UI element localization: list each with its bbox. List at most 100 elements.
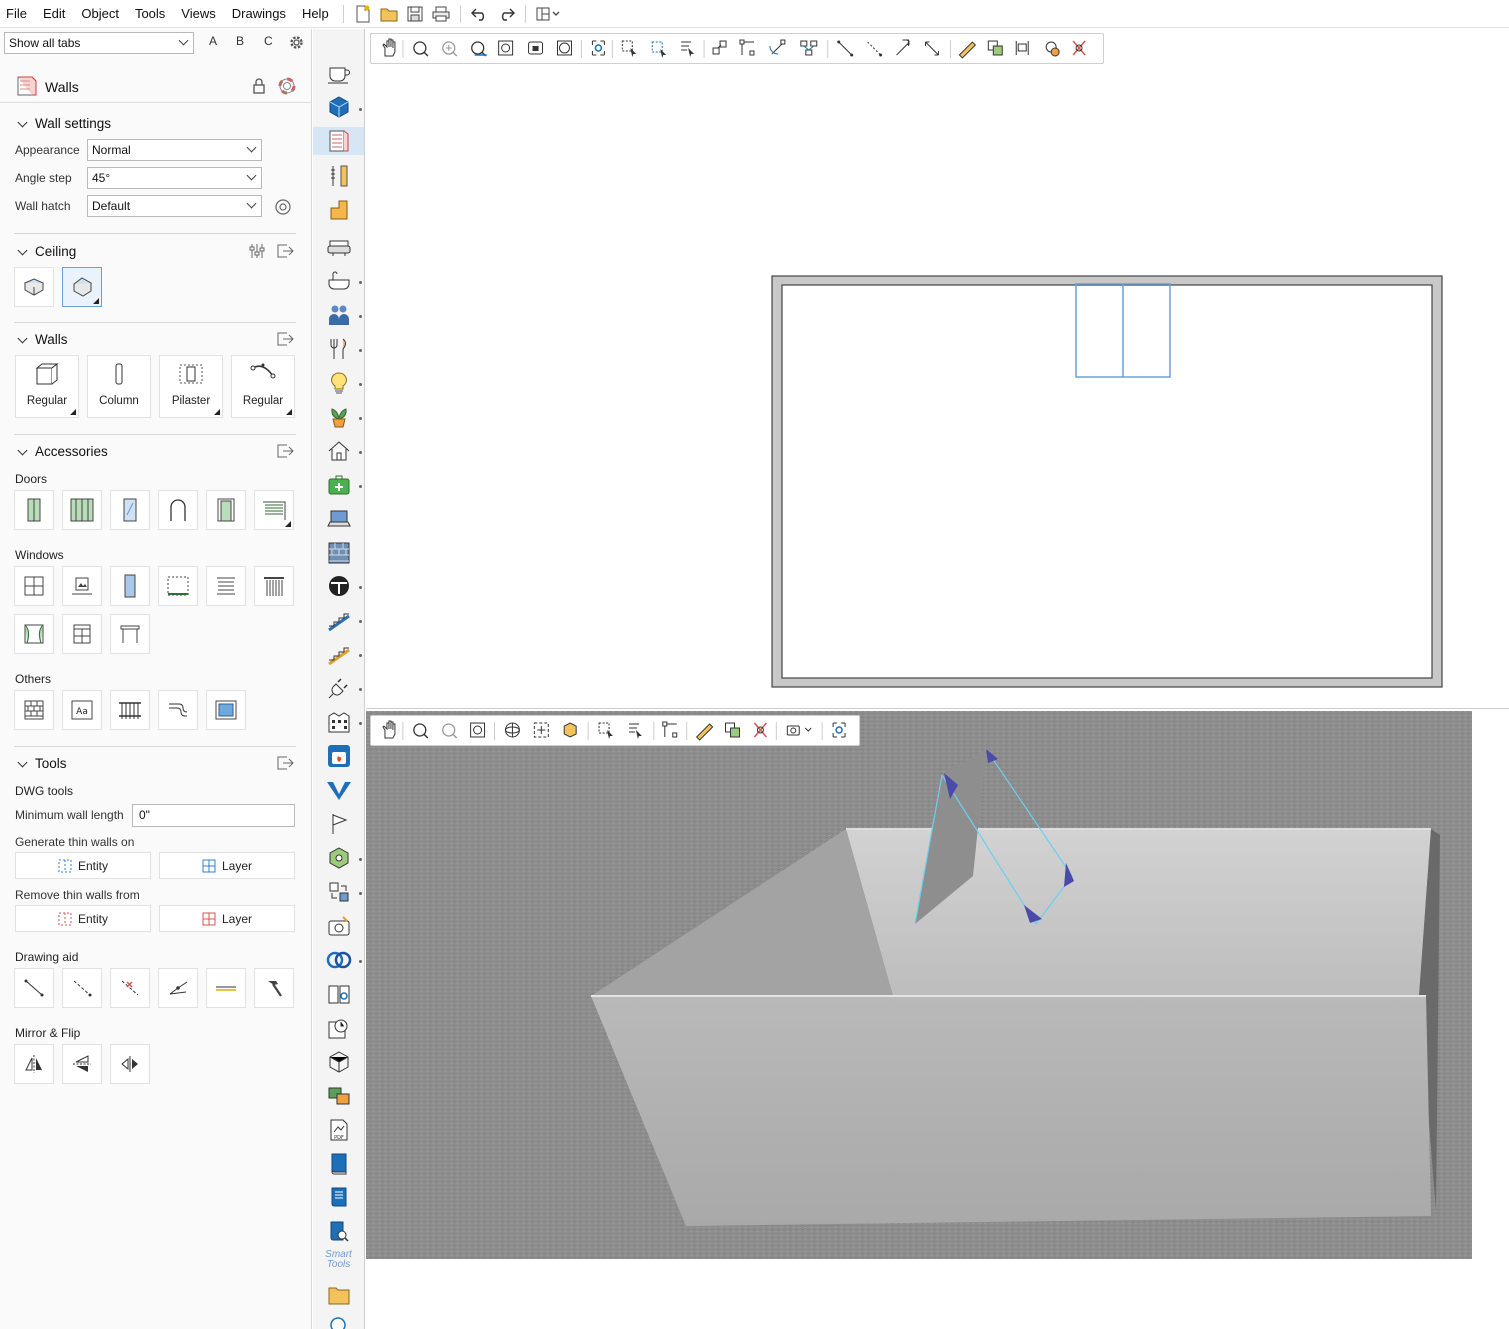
- aid-parallel-button[interactable]: [206, 968, 246, 1008]
- category-fireplace-button[interactable]: [325, 742, 353, 770]
- others-duct-button[interactable]: [158, 690, 198, 730]
- category-house-button[interactable]: [325, 437, 353, 465]
- smart-tools-label[interactable]: Smart Tools: [313, 1250, 364, 1270]
- export-icon[interactable]: [277, 332, 294, 349]
- accessories-section-header[interactable]: Accessories: [0, 442, 312, 464]
- others-text-button[interactable]: Aa: [62, 690, 102, 730]
- open-folder-icon[interactable]: [376, 2, 402, 26]
- category-electrical-button[interactable]: [325, 674, 353, 702]
- flip-vertical-button[interactable]: [62, 1044, 102, 1084]
- door-frame-button[interactable]: [206, 490, 246, 530]
- category-book-search-button[interactable]: [325, 1218, 353, 1246]
- menu-object[interactable]: Object: [73, 0, 127, 28]
- door-arch-button[interactable]: [158, 490, 198, 530]
- door-garage-button[interactable]: [254, 490, 294, 530]
- wall-hatch-select[interactable]: Default: [87, 195, 262, 217]
- lock-icon[interactable]: [252, 78, 266, 97]
- window-grid-button[interactable]: [14, 566, 54, 606]
- category-camera-button[interactable]: [325, 912, 353, 940]
- others-railing-button[interactable]: [110, 690, 150, 730]
- menu-tools[interactable]: Tools: [127, 0, 173, 28]
- category-3d-box-button[interactable]: [325, 93, 353, 121]
- sliders-icon[interactable]: [249, 243, 265, 262]
- category-ramp-button[interactable]: [325, 640, 353, 668]
- category-search-button[interactable]: [325, 1312, 353, 1329]
- others-frame-button[interactable]: [206, 690, 246, 730]
- category-book2-button[interactable]: [325, 1184, 353, 1212]
- category-bath-button[interactable]: [325, 267, 353, 295]
- gear-icon[interactable]: [288, 34, 305, 54]
- menu-drawings[interactable]: Drawings: [224, 0, 294, 28]
- generate-entity-button[interactable]: Entity: [15, 852, 151, 879]
- tab-letter-c[interactable]: C: [264, 34, 273, 48]
- new-file-icon[interactable]: [350, 2, 376, 26]
- category-laptop-button[interactable]: [325, 505, 353, 533]
- appearance-select[interactable]: Normal: [87, 139, 262, 161]
- category-geometry-button[interactable]: [325, 1048, 353, 1076]
- window-blinds-button[interactable]: [206, 566, 246, 606]
- category-sofa-button[interactable]: [325, 233, 353, 261]
- category-pdf-button[interactable]: PDF: [325, 1116, 353, 1144]
- tab-letter-a[interactable]: A: [209, 34, 217, 48]
- window-drapes-button[interactable]: [14, 614, 54, 654]
- door-double-button[interactable]: [62, 490, 102, 530]
- generate-layer-button[interactable]: Layer: [159, 852, 295, 879]
- category-walls-button[interactable]: [313, 127, 364, 155]
- category-folder-button[interactable]: [325, 1281, 353, 1309]
- wall-regular-button[interactable]: Regular: [15, 355, 79, 418]
- aid-line-button[interactable]: [14, 968, 54, 1008]
- hatch-settings-icon[interactable]: [274, 198, 292, 219]
- category-plants-button[interactable]: [325, 403, 353, 431]
- tools-section-header[interactable]: Tools: [0, 754, 312, 776]
- angle-step-select[interactable]: 45°: [87, 167, 262, 189]
- category-tools-button[interactable]: [325, 162, 353, 190]
- category-medical-button[interactable]: [325, 471, 353, 499]
- plan-view[interactable]: 3: [366, 29, 1509, 709]
- min-wall-length-input[interactable]: 0": [132, 804, 295, 827]
- category-book1-button[interactable]: [325, 1150, 353, 1178]
- category-people-button[interactable]: [325, 301, 353, 329]
- category-rings-button[interactable]: [325, 946, 353, 974]
- tab-filter-select[interactable]: Show all tabs: [4, 32, 194, 54]
- aid-angle-button[interactable]: [158, 968, 198, 1008]
- walls-section-header[interactable]: Walls: [0, 330, 312, 352]
- ceiling-sloped-button[interactable]: [62, 267, 102, 307]
- aid-dashed-line-button[interactable]: [62, 968, 102, 1008]
- category-coffee-button[interactable]: [325, 60, 353, 88]
- mirror-horizontal-button[interactable]: [14, 1044, 54, 1084]
- export-icon[interactable]: [277, 244, 294, 261]
- export-icon[interactable]: [277, 444, 294, 461]
- category-tile-button[interactable]: [325, 572, 353, 600]
- aid-hammer-button[interactable]: [254, 968, 294, 1008]
- category-layers-button[interactable]: [325, 1082, 353, 1110]
- category-building-button[interactable]: [325, 708, 353, 736]
- category-catalog-button[interactable]: [325, 980, 353, 1008]
- window-box-button[interactable]: [110, 614, 150, 654]
- remove-layer-button[interactable]: Layer: [159, 905, 295, 932]
- help-lifebuoy-icon[interactable]: [278, 77, 296, 98]
- wall-settings-section-header[interactable]: Wall settings: [0, 114, 312, 136]
- menu-file[interactable]: File: [0, 0, 35, 28]
- window-tall-button[interactable]: [110, 566, 150, 606]
- layout-dropdown-icon[interactable]: [532, 2, 566, 26]
- 3d-view[interactable]: [366, 711, 1509, 1329]
- door-glass-button[interactable]: [110, 490, 150, 530]
- export-icon[interactable]: [277, 756, 294, 773]
- category-flag-button[interactable]: [325, 810, 353, 838]
- redo-icon[interactable]: [493, 2, 519, 26]
- save-icon[interactable]: [402, 2, 428, 26]
- window-shutter-button[interactable]: [62, 614, 102, 654]
- ceiling-section-header[interactable]: Ceiling: [0, 242, 312, 264]
- wall-curved-button[interactable]: Regular: [231, 355, 295, 418]
- wall-pilaster-button[interactable]: Pilaster: [159, 355, 223, 418]
- print-icon[interactable]: [428, 2, 454, 26]
- remove-entity-button[interactable]: Entity: [15, 905, 151, 932]
- category-kitchen-button[interactable]: [325, 335, 353, 363]
- menu-help[interactable]: Help: [294, 0, 337, 28]
- others-brick-button[interactable]: [14, 690, 54, 730]
- category-cube-tools-button[interactable]: [325, 844, 353, 872]
- door-single-button[interactable]: [14, 490, 54, 530]
- category-transform-button[interactable]: [325, 878, 353, 906]
- undo-icon[interactable]: [467, 2, 493, 26]
- category-lighting-button[interactable]: [325, 369, 353, 397]
